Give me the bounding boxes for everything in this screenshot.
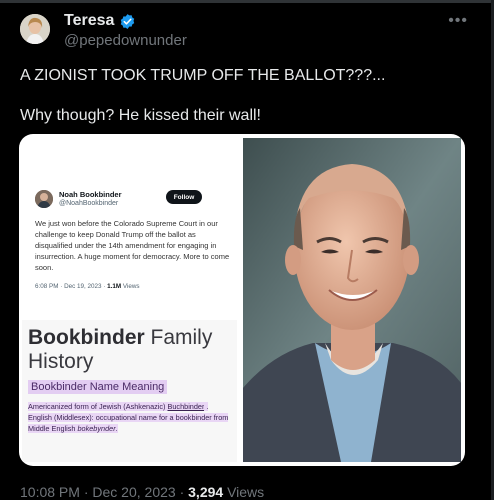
author-handle[interactable]: @pepedownunder xyxy=(64,32,187,49)
embedded-post-meta: 6:08 PM · Dec 19, 2023 · 1.1M Views xyxy=(35,283,140,290)
author-display-name[interactable]: Teresa xyxy=(64,12,114,30)
tweet-footer: 10:08 PM · Dec 20, 2023 · 3,294 Views xyxy=(20,484,265,500)
history-body-prefix: Americanized form of Jewish (Ashkenazic) xyxy=(28,402,168,411)
tweet-text-line-1: A ZIONIST TOOK TRUMP OFF THE BALLOT???..… xyxy=(20,67,386,84)
tweet-media-image[interactable]: Noah Bookbinder @NoahBookbinder Follow W… xyxy=(19,134,465,466)
embedded-post-text: We just won before the Colorado Supreme … xyxy=(35,219,230,272)
family-history-body: Americanized form of Jewish (Ashkenazic)… xyxy=(28,401,233,434)
embedded-post-date: Dec 19, 2023 xyxy=(64,283,102,290)
family-history-card: Bookbinder Family History Bookbinder Nam… xyxy=(22,320,237,462)
author-avatar[interactable] xyxy=(20,14,50,44)
embedded-follow-button: Follow xyxy=(166,190,202,204)
tweet-views-label: Views xyxy=(227,484,265,500)
embedded-post-views-label: Views xyxy=(122,283,140,290)
family-history-title-bold: Bookbinder xyxy=(28,326,145,349)
ellipsis-icon[interactable]: ••• xyxy=(448,12,468,30)
portrait-photo xyxy=(243,138,461,462)
embedded-post-views-count: 1.1M xyxy=(107,283,122,290)
embedded-author-handle: @NoahBookbinder xyxy=(59,200,119,207)
verified-badge-icon xyxy=(119,13,136,30)
embedded-author-name: Noah Bookbinder xyxy=(59,190,122,199)
tweet-text-line-2: Why though? He kissed their wall! xyxy=(20,107,261,124)
embedded-post-time: 6:08 PM xyxy=(35,283,59,290)
history-body-italic: bokebynder xyxy=(77,424,116,433)
family-history-title: Bookbinder Family History xyxy=(28,326,233,374)
embedded-author-avatar xyxy=(35,190,53,208)
tweet-views-count: 3,294 xyxy=(188,484,224,500)
tweet-time[interactable]: 10:08 PM xyxy=(20,484,80,500)
top-divider xyxy=(0,0,494,3)
tweet-date[interactable]: Dec 20, 2023 xyxy=(92,484,175,500)
author-name-row: Teresa xyxy=(64,12,136,30)
tweet-text: A ZIONIST TOOK TRUMP OFF THE BALLOT???..… xyxy=(20,66,475,126)
history-body-end: . xyxy=(115,424,118,433)
family-history-subtitle: Bookbinder Name Meaning xyxy=(28,380,168,394)
history-body-link: Buchbinder xyxy=(167,402,205,411)
